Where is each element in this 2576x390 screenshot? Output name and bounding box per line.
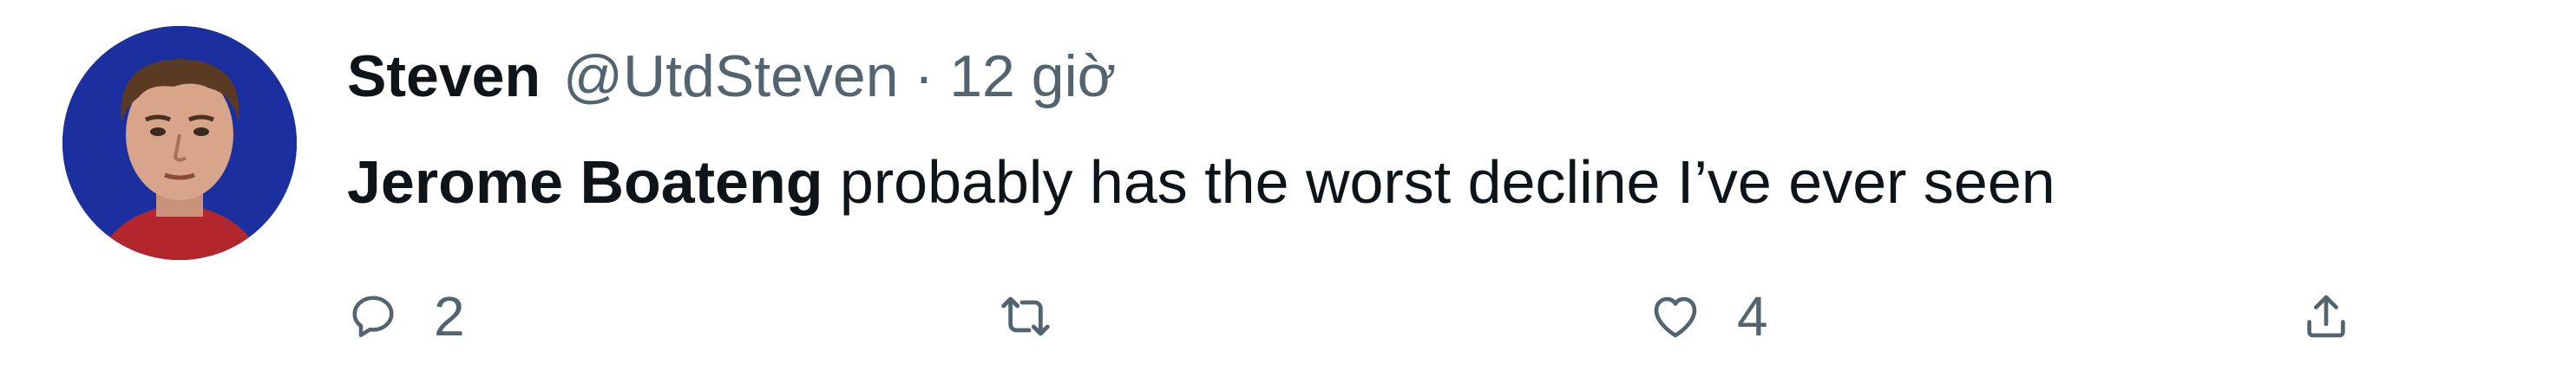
like-count: 4 xyxy=(1737,285,1768,348)
timestamp[interactable]: 12 giờ xyxy=(949,36,1116,116)
like-button[interactable]: 4 xyxy=(1649,269,1768,364)
author-name[interactable]: Steven xyxy=(347,36,541,116)
reply-icon xyxy=(347,290,399,342)
heart-icon xyxy=(1649,289,1702,343)
reply-button[interactable]: 2 xyxy=(347,269,465,364)
avatar-image xyxy=(62,26,297,260)
avatar[interactable] xyxy=(62,26,297,260)
tweet-text: Jerome Boateng probably has the worst de… xyxy=(347,139,2055,225)
share-icon xyxy=(2299,289,2353,343)
share-button[interactable] xyxy=(2299,269,2353,364)
author-handle[interactable]: @UtdSteven xyxy=(563,36,899,116)
retweet-button[interactable] xyxy=(998,269,1053,364)
reply-count: 2 xyxy=(434,285,465,348)
tweet-card[interactable]: Steven @UtdSteven · 12 giờ Jerome Boaten… xyxy=(0,0,2576,390)
tweet-text-body: probably has the worst decline I’ve ever… xyxy=(823,148,2055,216)
retweet-icon xyxy=(998,289,1053,344)
action-bar: 2 4 xyxy=(347,269,2473,364)
tweet-header: Steven @UtdSteven · 12 giờ xyxy=(347,36,1116,116)
separator-dot: · xyxy=(914,43,934,109)
mentioned-name: Jerome Boateng xyxy=(347,148,823,216)
